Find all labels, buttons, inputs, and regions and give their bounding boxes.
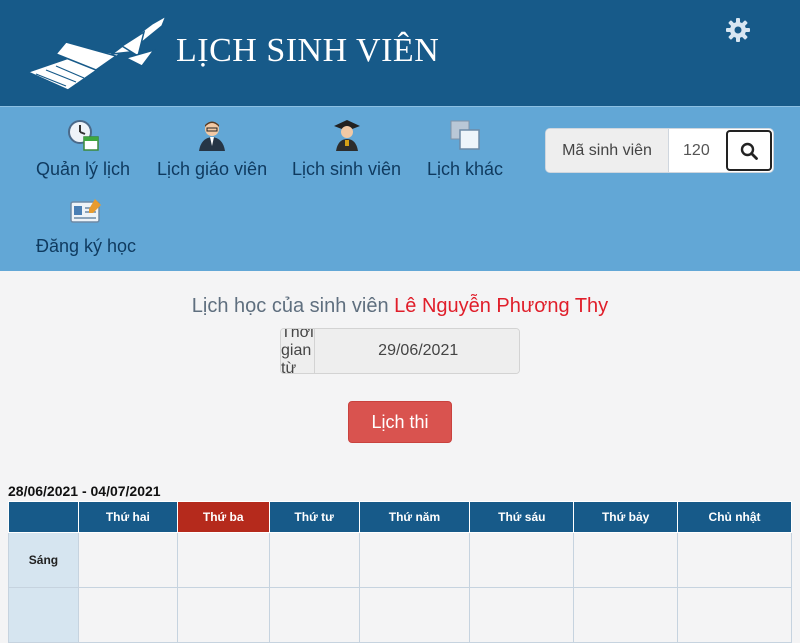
id-card-icon (68, 194, 104, 230)
nav-label: Quản lý lịch (36, 159, 131, 179)
student-id-input[interactable] (669, 129, 726, 172)
student-id-search: Mã sinh viên (545, 128, 774, 173)
schedule-cell (77, 587, 178, 643)
day-header-fri: Thứ sáu (469, 501, 575, 533)
schedule-cell (677, 532, 792, 588)
schedule-cell (176, 587, 270, 643)
schedule-cell (358, 532, 471, 588)
day-header-tue: Thứ ba (176, 501, 270, 533)
table-header-row: Thứ hai Thứ ba Thứ tư Thứ năm Thứ sáu Th… (8, 501, 792, 533)
schedule-cell (176, 532, 270, 588)
nav-label: Đăng ký học (36, 236, 137, 256)
schedule-cell (573, 587, 679, 643)
exam-schedule-button[interactable]: Lịch thi (348, 401, 452, 443)
date-from-input[interactable] (314, 329, 519, 373)
nav-quan-ly-lich[interactable]: Quản lý lịch (36, 117, 130, 180)
student-name: Lê Nguyễn Phương Thy (394, 295, 609, 317)
table-row (8, 587, 792, 643)
nav-label: Lịch giáo viên (157, 159, 268, 179)
graduate-icon (329, 117, 365, 153)
table-row: Sáng (8, 532, 792, 588)
day-header-wed: Thứ tư (268, 501, 360, 533)
day-header-thu: Thứ năm (358, 501, 471, 533)
day-header-sat: Thứ bảy (573, 501, 679, 533)
student-id-label: Mã sinh viên (546, 129, 670, 172)
gear-icon[interactable] (724, 16, 752, 44)
nav-dang-ky-hoc[interactable]: Đăng ký học (36, 194, 136, 257)
date-from-group: Thời gian từ (280, 328, 520, 374)
paper-plane-icon (26, 14, 168, 91)
week-range: 28/06/2021 - 04/07/2021 (8, 483, 161, 499)
day-header-sun: Chủ nhật (677, 501, 792, 533)
schedule-cell (677, 587, 792, 643)
app-title: LỊCH SINH VIÊN (176, 32, 440, 69)
clock-calendar-icon (65, 117, 101, 153)
row-label-morning: Sáng (8, 532, 79, 588)
corner-cell (8, 501, 79, 533)
date-from-label: Thời gian từ (281, 328, 315, 374)
schedule-cell (268, 587, 360, 643)
search-icon (740, 142, 758, 160)
schedule-cell (268, 532, 360, 588)
nav-label: Lịch khác (427, 159, 504, 179)
schedule-cell (469, 587, 575, 643)
app-header: LỊCH SINH VIÊN (0, 0, 800, 106)
nav-lich-sinh-vien[interactable]: Lịch sinh viên (292, 117, 401, 180)
schedule-cell (77, 532, 178, 588)
schedule-cell (573, 532, 679, 588)
schedule-cell (358, 587, 471, 643)
schedule-heading: Lịch học của sinh viên Lê Nguyễn Phương … (0, 295, 800, 318)
teacher-icon (194, 117, 230, 153)
nav-lich-giao-vien[interactable]: Lịch giáo viên (157, 117, 267, 180)
nav-label: Lịch sinh viên (292, 159, 402, 179)
heading-prefix: Lịch học của sinh viên (191, 295, 395, 317)
nav-lich-khac[interactable]: Lịch khác (427, 117, 503, 180)
search-button[interactable] (726, 130, 772, 171)
stacked-windows-icon (447, 117, 483, 153)
schedule-table: Thứ hai Thứ ba Thứ tư Thứ năm Thứ sáu Th… (8, 501, 792, 643)
schedule-cell (469, 532, 575, 588)
row-label (8, 587, 79, 643)
day-header-mon: Thứ hai (77, 501, 178, 533)
